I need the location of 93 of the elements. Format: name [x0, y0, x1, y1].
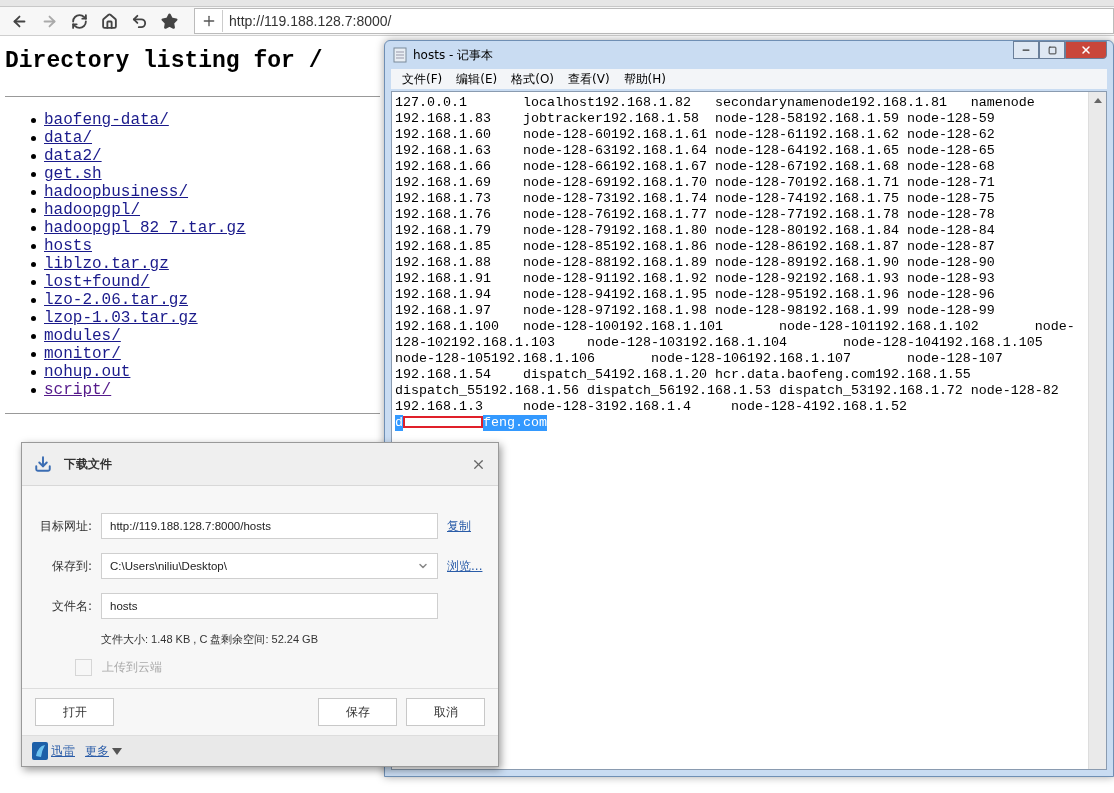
file-link[interactable]: data2/ — [44, 147, 102, 165]
file-link[interactable]: modules/ — [44, 327, 121, 345]
bullet-icon — [31, 225, 36, 231]
text-line: 192.168.1.97 node-128-97192.168.1.98 node-128-98192.168.1.99 node-128-99 — [395, 303, 996, 319]
download-icon — [34, 455, 52, 473]
bullet-icon — [31, 297, 36, 303]
text-line: 192.168.1.63 node-128-63192.168.1.64 node-128-64192.168.1.65 node-128-65 — [395, 143, 996, 159]
bullet-icon — [31, 117, 36, 123]
text-line: 192.168.1.83 jobtracker192.168.1.58 node-128-58192.168.1.59 node-128-59 — [395, 111, 996, 127]
bird-logo-icon — [32, 742, 48, 760]
menu-item[interactable]: 帮助(H) — [616, 70, 673, 88]
field-link[interactable]: 浏览... — [447, 557, 483, 575]
undo-icon — [130, 12, 148, 30]
file-info: 文件大小: 1.48 KB , C 盘剩余空间: 52.24 GB — [100, 631, 319, 647]
file-link[interactable]: hadoopgpl_82_7.tar.gz — [44, 219, 246, 237]
file-link[interactable]: liblzo.tar.gz — [44, 255, 169, 273]
file-link[interactable]: monitor/ — [44, 345, 121, 363]
text-line: 192.168.1.54 dispatch_54192.168.1.20 hcr.data.baofeng.com192.168.1.55 — [395, 367, 972, 383]
maximize-button[interactable] — [1039, 41, 1065, 59]
file-link[interactable]: nohup.out — [44, 363, 131, 381]
dialog-button[interactable]: 打开 — [35, 698, 114, 726]
folder-dropdown[interactable]: C:\Users\niliu\Desktop\ — [101, 553, 438, 579]
menu-item[interactable]: 查看(V) — [561, 70, 617, 88]
bullet-icon — [31, 153, 36, 159]
text-line: node-128-105192.168.1.106 node-128-106192.168.1.107 node-128-107 — [395, 351, 1004, 367]
text-field[interactable]: hosts — [101, 593, 438, 619]
bullet-icon — [31, 243, 36, 249]
text-line: 192.168.1.76 node-128-76192.168.1.77 node-128-77192.168.1.78 node-128-78 — [395, 207, 996, 223]
scrollbar[interactable] — [1088, 92, 1106, 769]
text-line: 192.168.1.94 node-128-94192.168.1.95 node-128-95192.168.1.96 node-128-96 — [395, 287, 996, 303]
scroll-up-icon[interactable] — [1093, 98, 1102, 103]
more-link[interactable]: 更多 — [85, 742, 109, 760]
file-link[interactable]: data/ — [44, 129, 92, 147]
bullet-icon — [31, 351, 36, 357]
file-link[interactable]: lzop-1.03.tar.gz — [44, 309, 198, 327]
brand-link[interactable]: 迅雷 — [51, 742, 75, 760]
file-link[interactable]: get.sh — [44, 165, 102, 183]
menu-item[interactable]: 编辑(E) — [449, 70, 505, 88]
bullet-icon — [31, 261, 36, 267]
bullet-icon — [31, 369, 36, 375]
text-line: 127.0.0.1 localhost192.168.1.82 secondarynamenode192.168.1.81 namenode — [395, 95, 1036, 111]
minimize-button[interactable] — [1013, 41, 1039, 59]
file-link[interactable]: lzo-2.06.tar.gz — [44, 291, 189, 309]
text-line: 192.168.1.66 node-128-66192.168.1.67 node-128-67192.168.1.68 node-128-68 — [395, 159, 996, 175]
field-label: 文件名: — [50, 597, 92, 615]
dialog-button[interactable]: 取消 — [406, 698, 485, 726]
text-field[interactable]: http://119.188.128.7:8000/hosts — [101, 513, 438, 539]
bullet-icon — [31, 135, 36, 141]
reload-icon — [70, 12, 88, 30]
text-line: 192.168.1.79 node-128-79192.168.1.80 node-128-80192.168.1.84 node-128-84 — [395, 223, 996, 239]
file-link[interactable]: hadoopbusiness/ — [44, 183, 189, 201]
text-line: 192.168.1.85 node-128-85192.168.1.86 node-128-86192.168.1.87 node-128-87 — [395, 239, 996, 255]
maximize-icon — [1047, 45, 1057, 55]
menu-item[interactable]: 格式(O) — [504, 70, 562, 88]
selected-text: feng.com — [482, 415, 547, 431]
field-label: 保存到: — [50, 557, 92, 575]
bullet-icon — [31, 279, 36, 285]
bullet-icon — [31, 189, 36, 195]
text-line: 128-102192.168.1.103 node-128-103192.168.1.104 node-128-104192.168.1.105 — [395, 335, 1044, 351]
close-icon — [1080, 44, 1092, 56]
star-icon — [160, 12, 178, 30]
notepad-icon — [393, 47, 407, 63]
bullet-icon — [31, 315, 36, 321]
bullet-icon — [31, 171, 36, 177]
file-link[interactable]: hadoopgpl/ — [44, 201, 140, 219]
bullet-icon — [31, 333, 36, 339]
window-title: hosts - 记事本 — [413, 46, 494, 64]
home-icon — [100, 12, 118, 30]
file-link[interactable]: lost+found/ — [44, 273, 150, 291]
text-line: 192.168.1.88 node-128-88192.168.1.89 node-128-89192.168.1.90 node-128-90 — [395, 255, 996, 271]
file-link[interactable]: script/ — [44, 381, 112, 399]
bullet-icon — [31, 387, 36, 393]
dropdown-triangle-icon[interactable] — [112, 747, 122, 755]
text-line: 192.168.1.73 node-128-73192.168.1.74 node-128-74192.168.1.75 node-128-75 — [395, 191, 996, 207]
page-heading: Directory listing for / — [5, 48, 323, 74]
text-line: dispatch_55192.168.1.56 dispatch_56192.168.1.53 dispatch_53192.168.1.72 node-128-82 — [395, 383, 1060, 399]
dialog-title: 下载文件 — [64, 455, 112, 473]
address-bar[interactable]: http://119.188.128.7:8000/ — [194, 8, 1114, 34]
file-link[interactable]: hosts — [44, 237, 92, 255]
selected-text: d — [395, 415, 403, 431]
bullet-icon — [31, 207, 36, 213]
text-line: 192.168.1.3 node-128-3192.168.1.4 node-128-4192.168.1.52 — [395, 399, 908, 415]
field-label: 目标网址: — [38, 517, 92, 535]
text-line: 192.168.1.91 node-128-91192.168.1.92 node-128-92192.168.1.93 node-128-93 — [395, 271, 996, 287]
text-line: 192.168.1.100 node-128-100192.168.1.101 node-128-101192.168.1.102 node- — [395, 319, 1076, 335]
checkbox-label: 上传到云端 — [102, 658, 162, 676]
close-button[interactable] — [1065, 41, 1107, 59]
text-line: 192.168.1.69 node-128-69192.168.1.70 node-128-70192.168.1.71 node-128-71 — [395, 175, 996, 191]
dialog-button[interactable]: 保存 — [318, 698, 397, 726]
text-line: 192.168.1.60 node-128-60192.168.1.61 node-128-61192.168.1.62 node-128-62 — [395, 127, 996, 143]
field-link[interactable]: 复制 — [447, 517, 471, 535]
menu-item[interactable]: 文件(F) — [395, 70, 450, 88]
file-link[interactable]: baofeng-data/ — [44, 111, 169, 129]
